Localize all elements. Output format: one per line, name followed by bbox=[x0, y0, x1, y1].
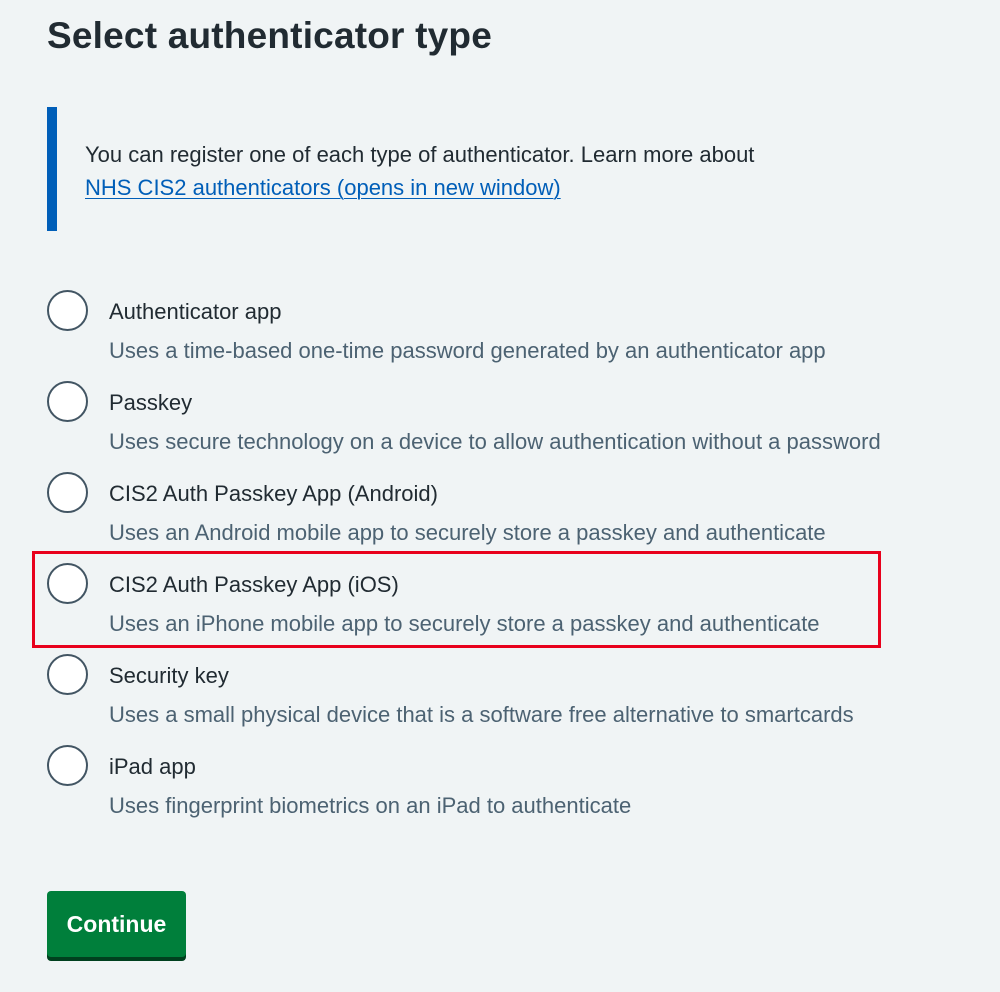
radio-label[interactable]: iPad app bbox=[109, 753, 196, 781]
radio-button-passkey[interactable] bbox=[47, 381, 88, 422]
radio-label[interactable]: Security key bbox=[109, 662, 229, 690]
radio-option-passkey-app-android[interactable]: CIS2 Auth Passkey App (Android) Uses an … bbox=[47, 471, 967, 562]
radio-label[interactable]: Authenticator app bbox=[109, 298, 281, 326]
radio-hint: Uses secure technology on a device to al… bbox=[109, 429, 881, 454]
radio-button-ipad-app[interactable] bbox=[47, 745, 88, 786]
continue-button[interactable]: Continue bbox=[47, 891, 186, 957]
radio-option-authenticator-app[interactable]: Authenticator app Uses a time-based one-… bbox=[47, 289, 967, 380]
radio-button-authenticator-app[interactable] bbox=[47, 290, 88, 331]
page-title: Select authenticator type bbox=[47, 15, 493, 56]
radio-button-passkey-app-ios[interactable] bbox=[47, 563, 88, 604]
radio-hint: Uses a time-based one-time password gene… bbox=[109, 338, 826, 363]
radio-button-security-key[interactable] bbox=[47, 654, 88, 695]
radio-hint: Uses fingerprint biometrics on an iPad t… bbox=[109, 793, 632, 818]
radio-label[interactable]: CIS2 Auth Passkey App (iOS) bbox=[109, 571, 399, 599]
radio-label[interactable]: CIS2 Auth Passkey App (Android) bbox=[109, 480, 438, 508]
radio-option-passkey[interactable]: Passkey Uses secure technology on a devi… bbox=[47, 380, 967, 471]
radio-hint: Uses an Android mobile app to securely s… bbox=[109, 520, 826, 545]
radio-option-ipad-app[interactable]: iPad app Uses fingerprint biometrics on … bbox=[47, 744, 967, 835]
radio-hint: Uses an iPhone mobile app to securely st… bbox=[109, 611, 820, 636]
inset-text: You can register one of each type of aut… bbox=[47, 107, 867, 231]
radio-option-passkey-app-ios[interactable]: CIS2 Auth Passkey App (iOS) Uses an iPho… bbox=[47, 562, 967, 653]
inset-paragraph: You can register one of each type of aut… bbox=[85, 138, 867, 204]
inset-text-content: You can register one of each type of aut… bbox=[85, 142, 755, 167]
radio-option-security-key[interactable]: Security key Uses a small physical devic… bbox=[47, 653, 967, 744]
authenticator-type-radios: Authenticator app Uses a time-based one-… bbox=[47, 289, 967, 835]
radio-button-passkey-app-android[interactable] bbox=[47, 472, 88, 513]
cis2-authenticators-link[interactable]: NHS CIS2 authenticators (opens in new wi… bbox=[85, 175, 561, 200]
radio-hint: Uses a small physical device that is a s… bbox=[109, 702, 854, 727]
radio-label[interactable]: Passkey bbox=[109, 389, 192, 417]
